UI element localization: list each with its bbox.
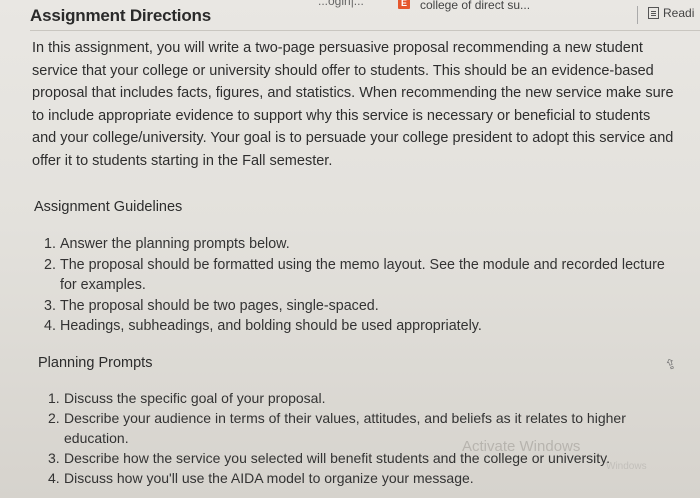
guidelines-heading: Assignment Guidelines <box>34 199 183 215</box>
reading-view-label: Readi <box>663 6 695 20</box>
list-item: 3. The proposal should be two pages, sing… <box>44 298 379 314</box>
guidelines-list: 1. Answer the planning prompts below. 2. T… <box>44 234 665 336</box>
list-item: 1. Discuss the specific goal of your prop… <box>48 390 326 406</box>
header-divider <box>30 30 700 31</box>
page-title: Assignment Directions <box>30 6 211 25</box>
reading-view-button[interactable]: Readi <box>648 6 694 20</box>
intro-line: service that your college or university … <box>32 62 654 79</box>
intro-paragraph: In this assignment, you will write a two… <box>32 37 692 173</box>
prompts-heading: Planning Prompts <box>38 355 153 371</box>
intro-line: and your college/university. Your goal i… <box>32 130 674 147</box>
intro-line: proposal that includes facts, figures, a… <box>32 85 674 102</box>
toolbar-divider <box>637 6 638 24</box>
activate-windows-watermark: Activate Windows <box>462 438 581 455</box>
list-item: 4. Headings, subheadings, and bolding sho… <box>44 318 482 334</box>
mouse-cursor-icon: ⇪ <box>662 354 679 374</box>
windows-watermark-subtext: Windows <box>606 461 647 472</box>
bookmark-tab-partial[interactable]: ...ogin|... <box>318 0 364 8</box>
bookmark-favicon-icon[interactable]: E <box>398 0 410 9</box>
intro-line: offer it to students starting in the Fal… <box>32 152 333 169</box>
bookmark-tab-college[interactable]: college of direct su... <box>420 0 530 12</box>
intro-line: to include appropriate evidence to suppo… <box>32 107 651 124</box>
list-item: 4. Discuss how you'll use the AIDA model … <box>48 470 474 486</box>
list-item: 2. The proposal should be formatted using… <box>44 257 665 293</box>
top-bar: Assignment Directions ...ogin|... E coll… <box>0 0 700 30</box>
reading-view-icon <box>648 7 659 19</box>
list-item: 1. Answer the planning prompts below. <box>44 236 290 252</box>
intro-line: In this assignment, you will write a two… <box>32 40 643 56</box>
